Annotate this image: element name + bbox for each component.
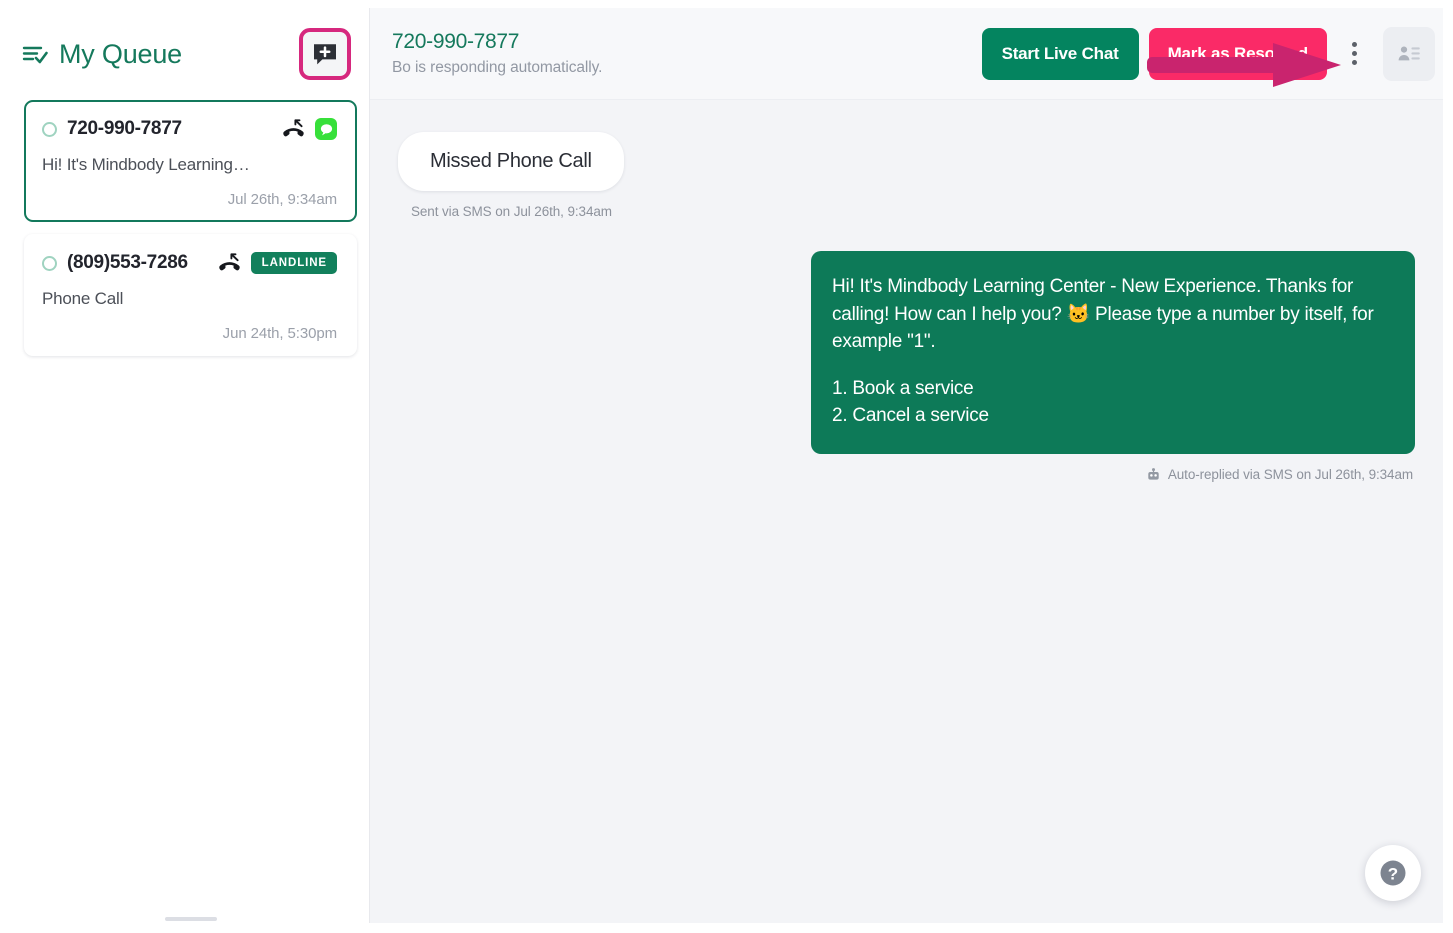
help-button[interactable]: ?	[1365, 845, 1421, 901]
header-actions: Start Live Chat Mark as Resolved	[981, 26, 1435, 81]
message-meta-outbound: Auto-replied via SMS on Jul 26th, 9:34am	[1146, 467, 1415, 482]
conversation-title-block: 720-990-7877 Bo is responding automatica…	[392, 30, 602, 77]
queue-card-top-row: 720-990-7877	[42, 118, 337, 140]
conversation-status-text: Bo is responding automatically.	[392, 59, 603, 76]
conversation-phone-number: 720-990-7877	[392, 30, 520, 53]
queue-card-preview: Phone Call	[42, 289, 124, 308]
page-title: My Queue	[59, 38, 182, 69]
sms-bubble-icon	[315, 118, 337, 140]
more-options-icon[interactable]	[1337, 31, 1371, 77]
conversation-panel: 720-990-7877 Bo is responding automatica…	[370, 8, 1443, 923]
sidebar-scrollbar[interactable]	[164, 917, 217, 921]
kebab-dot	[1351, 60, 1357, 65]
queue-card-number: (809)553-7286	[67, 252, 188, 273]
queue-card-timestamp: Jul 26th, 9:34am	[227, 191, 337, 208]
message-thread[interactable]: Missed Phone Call Sent via SMS on Jul 26…	[370, 100, 1443, 923]
queue-title-group: My Queue	[22, 39, 182, 70]
message-bubble-outbound: Hi! It's Mindbody Learning Center - New …	[811, 251, 1415, 454]
queue-card-icons: LANDLINE	[218, 252, 337, 274]
sidebar-header: My Queue	[12, 8, 369, 100]
missed-call-icon	[282, 119, 305, 139]
conversation-header: 720-990-7877 Bo is responding automatica…	[370, 8, 1443, 100]
queue-card-number: 720-990-7877	[67, 118, 182, 139]
new-message-bubble-icon	[312, 41, 338, 67]
app-window: My Queue 720-990-7877 Hi! It's Mindbody …	[0, 0, 1453, 933]
unread-status-dot-icon	[42, 255, 57, 271]
queue-sidebar: My Queue 720-990-7877 Hi! It's Mindbody …	[12, 8, 370, 923]
contact-details-icon	[1396, 41, 1422, 67]
queue-card-icons	[282, 118, 337, 140]
message-bubble-inbound: Missed Phone Call	[398, 132, 624, 191]
message-inbound: Missed Phone Call Sent via SMS on Jul 26…	[398, 132, 1415, 219]
message-meta-inbound: Sent via SMS on Jul 26th, 9:34am	[411, 204, 612, 219]
kebab-dot	[1351, 42, 1357, 47]
message-option: 1. Book a service	[832, 377, 974, 399]
missed-call-icon	[218, 253, 241, 273]
message-meta-text: Auto-replied via SMS on Jul 26th, 9:34am	[1167, 466, 1413, 482]
queue-card[interactable]: (809)553-7286 LANDLINE Phone Call Jun 24…	[24, 234, 357, 356]
contact-details-button[interactable]	[1383, 26, 1435, 81]
start-live-chat-button[interactable]: Start Live Chat	[981, 27, 1139, 80]
new-message-button[interactable]	[299, 28, 351, 80]
landline-badge: LANDLINE	[250, 252, 337, 274]
message-outbound: Hi! It's Mindbody Learning Center - New …	[398, 251, 1415, 482]
queue-card-top-row: (809)553-7286 LANDLINE	[42, 252, 337, 274]
queue-list[interactable]: 720-990-7877 Hi! It's Mindbody Learning……	[12, 100, 369, 923]
kebab-dot	[1351, 51, 1357, 56]
list-check-icon	[22, 41, 48, 67]
robot-icon	[1146, 467, 1161, 482]
message-option: 2. Cancel a service	[832, 405, 989, 427]
queue-card-preview: Hi! It's Mindbody Learning…	[42, 155, 250, 174]
message-paragraph: Hi! It's Mindbody Learning Center - New …	[832, 276, 1374, 353]
queue-card-timestamp: Jun 24th, 5:30pm	[222, 325, 337, 342]
question-mark-icon: ?	[1376, 856, 1410, 890]
queue-card-selected[interactable]: 720-990-7877 Hi! It's Mindbody Learning……	[24, 100, 357, 222]
mark-as-resolved-button[interactable]: Mark as Resolved	[1148, 27, 1327, 80]
unread-status-dot-icon	[42, 121, 57, 137]
svg-text:?: ?	[1388, 864, 1398, 883]
